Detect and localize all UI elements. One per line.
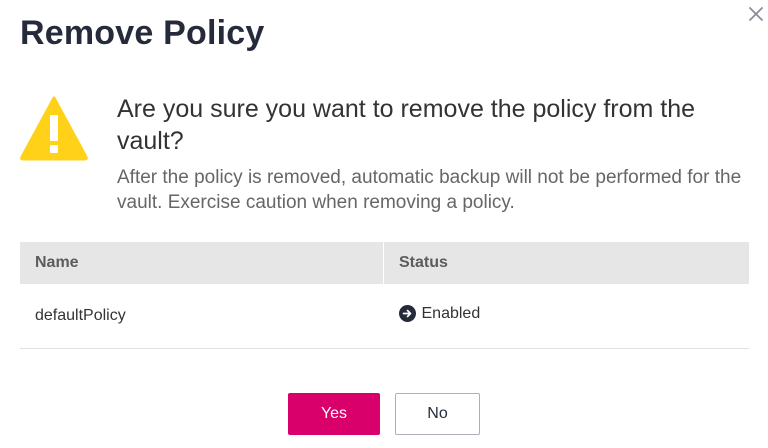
table-header-row: Name Status — [20, 242, 749, 284]
policy-table: Name Status defaultPolicy Enabled — [20, 242, 749, 349]
yes-button[interactable]: Yes — [288, 393, 380, 435]
column-header-status: Status — [383, 242, 749, 284]
remove-policy-dialog: Remove Policy Are you sure you want to r… — [0, 0, 768, 448]
column-header-name: Name — [20, 242, 384, 284]
status-label: Enabled — [421, 304, 481, 322]
policy-name-cell: defaultPolicy — [20, 284, 384, 349]
no-button[interactable]: No — [395, 393, 480, 435]
close-button[interactable] — [745, 3, 767, 25]
warning-triangle-icon — [19, 95, 89, 161]
confirm-detail: After the policy is removed, automatic b… — [117, 167, 742, 213]
confirm-question: Are you sure you want to remove the poli… — [117, 95, 696, 155]
table-row: defaultPolicy Enabled — [20, 284, 749, 349]
close-icon — [749, 7, 763, 21]
dialog-title: Remove Policy — [20, 14, 265, 52]
policy-status-cell: Enabled — [383, 284, 749, 349]
arrow-right-circle-icon — [398, 305, 416, 323]
